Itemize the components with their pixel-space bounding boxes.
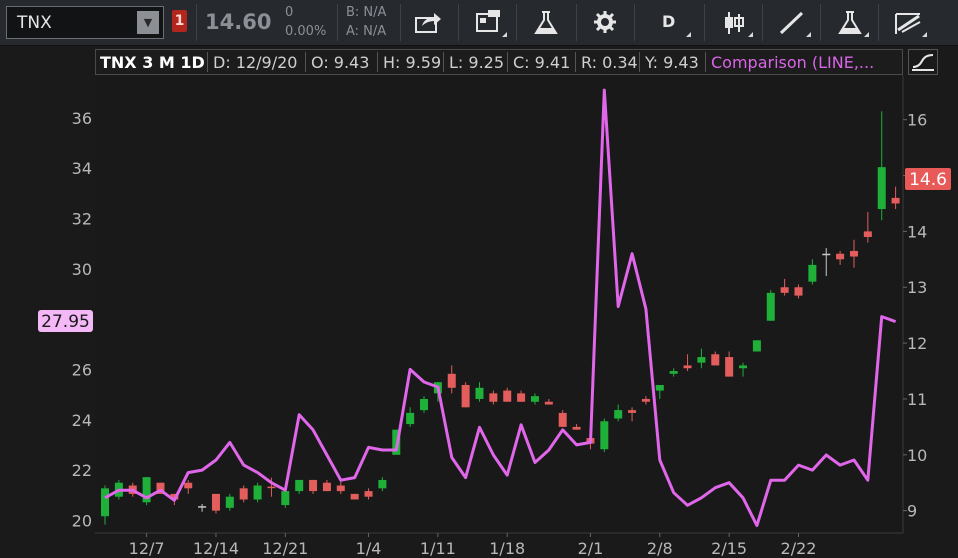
candle-body[interactable] (822, 253, 831, 256)
candle-body[interactable] (503, 390, 512, 402)
right-tick-label: 16 (907, 111, 927, 130)
left-tick-label: 20 (72, 511, 92, 530)
candle-body[interactable] (544, 401, 553, 405)
right-tick-label: 14 (907, 222, 927, 241)
candle-body[interactable] (253, 485, 262, 500)
candle-body[interactable] (211, 493, 220, 511)
candle-body[interactable] (364, 491, 373, 497)
right-tick-label: 13 (907, 278, 927, 297)
candle-body[interactable] (572, 426, 581, 430)
candle-body[interactable] (517, 393, 526, 402)
candle-body[interactable] (420, 398, 429, 411)
left-tick-label: 26 (72, 360, 92, 379)
right-tick-label: 9 (907, 502, 917, 521)
candle-body[interactable] (891, 197, 900, 204)
x-tick-label: 1/18 (489, 539, 525, 558)
candle-body[interactable] (530, 396, 539, 402)
candle-body[interactable] (808, 264, 817, 282)
x-tick-label: 1/4 (356, 539, 382, 558)
x-tick-label: 12/7 (129, 539, 165, 558)
right-tick-label: 10 (907, 446, 927, 465)
candle-body[interactable] (198, 506, 207, 508)
left-price-marker-label: 27.95 (41, 312, 90, 332)
candle-body[interactable] (766, 292, 775, 321)
right-price-marker: 14.6 (905, 168, 951, 190)
left-tick-label: 22 (72, 461, 92, 480)
candle-body[interactable] (461, 384, 470, 408)
candle-body[interactable] (614, 410, 623, 419)
x-tick-label: 12/21 (262, 539, 308, 558)
candle-body[interactable] (780, 287, 789, 293)
candle-body[interactable] (711, 354, 720, 366)
left-tick-label: 32 (72, 209, 92, 228)
x-tick-label: 2/15 (711, 539, 747, 558)
candle-body[interactable] (725, 357, 734, 377)
left-tick-label: 30 (72, 260, 92, 279)
candle-body[interactable] (558, 412, 567, 427)
candle-body[interactable] (697, 357, 706, 363)
candle-body[interactable] (309, 479, 318, 492)
candle-body[interactable] (655, 384, 664, 391)
candle-body[interactable] (794, 287, 803, 296)
candle-body[interactable] (406, 412, 415, 425)
candle-body[interactable] (739, 365, 748, 369)
candle-body[interactable] (350, 493, 359, 500)
right-tick-label: 12 (907, 334, 927, 353)
candle-body[interactable] (752, 340, 761, 352)
candle-body[interactable] (475, 387, 484, 399)
left-tick-label: 36 (72, 109, 92, 128)
x-tick-label: 1/11 (420, 539, 456, 558)
candle-body[interactable] (641, 398, 650, 402)
candle-body[interactable] (669, 371, 678, 374)
candle-body[interactable] (447, 373, 456, 388)
candle-body[interactable] (336, 485, 345, 492)
candle-body[interactable] (683, 365, 692, 369)
left-tick-label: 24 (72, 411, 92, 430)
candle-body[interactable] (295, 479, 304, 492)
candle-body[interactable] (378, 479, 387, 489)
candle-body[interactable] (281, 491, 290, 506)
x-axis: 12/7 12/14 12/21 1/4 1/11 1/18 2/1 2/8 2/15 2/22 (129, 533, 817, 558)
candle-body[interactable] (628, 410, 637, 413)
right-tick-label: 11 (907, 390, 927, 409)
x-tick-label: 2/1 (578, 539, 604, 558)
candle-body[interactable] (184, 482, 193, 489)
price-chart[interactable]: 202224262830323436 910111213141516 12/71… (0, 0, 958, 558)
right-price-marker-label: 14.6 (909, 170, 947, 190)
left-tick-label: 34 (72, 159, 92, 178)
candle-body[interactable] (836, 253, 845, 260)
candle-body[interactable] (489, 393, 498, 402)
candle-body[interactable] (101, 488, 109, 517)
candle-body[interactable] (225, 496, 234, 508)
candle-body[interactable] (267, 486, 276, 489)
candle-body[interactable] (322, 482, 331, 492)
candle-body[interactable] (849, 250, 858, 257)
candle-body[interactable] (239, 488, 248, 500)
x-tick-label: 2/22 (781, 539, 817, 558)
x-tick-label: 2/8 (647, 539, 673, 558)
candle-body[interactable] (600, 421, 609, 450)
left-price-marker: 27.95 (38, 310, 93, 332)
x-tick-label: 12/14 (193, 539, 239, 558)
candle-body[interactable] (863, 231, 872, 237)
candle-body[interactable] (877, 167, 886, 210)
